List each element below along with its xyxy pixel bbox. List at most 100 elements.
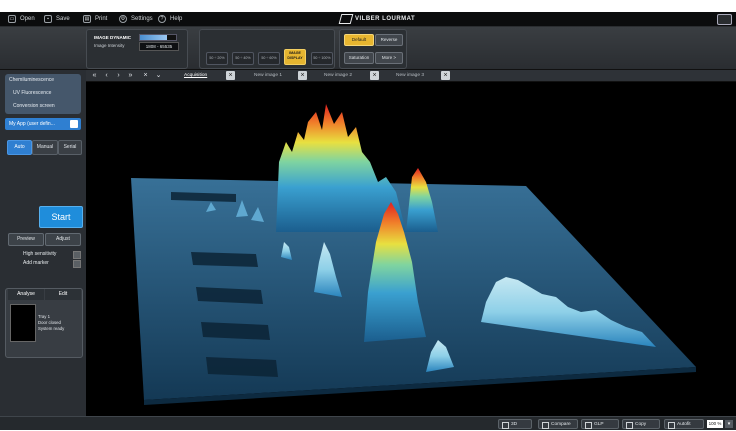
glp-icon (585, 422, 592, 429)
high-sensitivity-row[interactable]: High sensitivity (23, 250, 81, 259)
display-mode-panel: Default Reverse Saturation More > (339, 29, 407, 69)
start-button[interactable]: Start (39, 206, 83, 228)
reverse-button[interactable]: Reverse (375, 34, 403, 46)
cube-icon (502, 422, 509, 429)
menu-help[interactable]: ? Help (158, 13, 182, 25)
saturation-button[interactable]: Saturation (344, 52, 374, 64)
glp-button-label: GLP (594, 422, 604, 427)
copy-icon (626, 422, 633, 429)
brand-mark-icon (338, 14, 354, 24)
close-tab-icon[interactable]: × (298, 71, 307, 80)
display-toolbar: IMAGE DYNAMIC Image Intensity 1808 - 655… (0, 27, 736, 70)
last-image-icon[interactable]: » (126, 71, 135, 80)
window-control-button[interactable] (717, 14, 732, 25)
add-marker-label: Add marker (23, 260, 49, 266)
image-dynamic-title: IMAGE DYNAMIC (94, 35, 131, 40)
close-tab-icon[interactable]: × (370, 71, 379, 80)
next-image-icon[interactable]: › (114, 71, 123, 80)
tab-new-image-3[interactable]: New image 3 (396, 71, 424, 80)
range-button[interactable]: 50 ÷ 20% (206, 52, 228, 65)
image-tabs-bar: « ‹ › » × ⌄ Acquisition × New image 1 × … (86, 70, 736, 82)
mode-list: Chemiluminescence UV Fluorescence Conver… (5, 74, 81, 114)
range-button[interactable]: 50 ÷ 60% (258, 52, 280, 65)
my-app-button[interactable]: My App (user defin... (5, 118, 81, 130)
menu-print-label: Print (95, 16, 108, 22)
glp-button[interactable]: GLP (581, 419, 619, 429)
save-icon: ▪ (44, 15, 52, 23)
add-marker-row[interactable]: Add marker (23, 259, 81, 268)
help-icon: ? (158, 15, 166, 23)
menu-open[interactable]: ▭ Open (8, 13, 35, 25)
high-sensitivity-checkbox[interactable] (73, 251, 81, 259)
tab-serial[interactable]: Serial (58, 140, 82, 155)
image-viewer: « ‹ › » × ⌄ Acquisition × New image 1 × … (86, 70, 736, 429)
image-dynamic-slider[interactable] (139, 34, 177, 41)
bottom-toolbar: 3D Compare GLP Copy Autofit 100 % ▾ (0, 416, 736, 430)
3d-blot-visualization[interactable] (86, 82, 736, 429)
range-button[interactable]: 50 ÷ 40% (232, 52, 254, 65)
status-door: Door closed (38, 320, 61, 325)
previous-image-icon[interactable]: ‹ (102, 71, 111, 80)
status-tray: Tray 1 (38, 314, 51, 319)
settings-icon: ⚙ (119, 15, 127, 23)
tab-manual[interactable]: Manual (32, 140, 58, 155)
status-system: System ready (38, 326, 65, 331)
image-dynamic-fill (140, 35, 167, 40)
tab-acquisition[interactable]: Acquisition (184, 71, 207, 80)
tab-new-image-2[interactable]: New image 2 (324, 71, 352, 80)
image-display-button[interactable]: IMAGE DISPLAY (284, 49, 306, 65)
menu-settings-label: Settings (131, 16, 153, 22)
brand-logo: VILBER LOURMAT (338, 14, 416, 24)
tray-thumbnail (10, 304, 36, 342)
3d-button[interactable]: 3D (498, 419, 532, 429)
menu-print[interactable]: ▤ Print (83, 13, 107, 25)
compare-icon (542, 422, 549, 429)
first-image-icon[interactable]: « (90, 71, 99, 80)
add-marker-checkbox[interactable] (73, 260, 81, 268)
left-panel: Chemiluminescence UV Fluorescence Conver… (0, 70, 86, 429)
menu-save[interactable]: ▪ Save (44, 13, 70, 25)
menu-save-label: Save (56, 16, 70, 22)
image-dynamic-panel: IMAGE DYNAMIC Image Intensity 1808 - 655… (86, 29, 188, 69)
print-icon: ▤ (83, 15, 91, 23)
status-panel: Analyse Edit Tray 1 Door closed System r… (5, 288, 83, 358)
compare-button-label: Compare (551, 422, 571, 427)
menu-open-label: Open (20, 16, 35, 22)
copy-button-label: Copy (635, 422, 647, 427)
zoom-field[interactable]: 100 % (707, 420, 723, 428)
mode-chemiluminescence[interactable]: Chemiluminescence (5, 74, 81, 87)
autofit-icon (668, 422, 675, 429)
tab-auto[interactable]: Auto (7, 140, 32, 155)
mode-uv-fluorescence[interactable]: UV Fluorescence (5, 87, 81, 100)
app-window: ▭ Open ▪ Save ▤ Print ⚙ Settings ? Help … (0, 12, 736, 430)
tab-edit[interactable]: Edit (45, 289, 81, 300)
close-tab-icon[interactable]: × (226, 71, 235, 80)
close-tab-icon[interactable]: × (441, 71, 450, 80)
menu-settings[interactable]: ⚙ Settings (119, 13, 153, 25)
mode-conversion-screen[interactable]: Conversion screen (5, 100, 81, 113)
high-sensitivity-label: High sensitivity (23, 251, 57, 257)
autofit-button[interactable]: Autofit (664, 419, 704, 429)
3d-button-label: 3D (511, 422, 518, 427)
autofit-button-label: Autofit (677, 422, 691, 427)
tab-new-image-1[interactable]: New image 1 (254, 71, 282, 80)
copy-button[interactable]: Copy (622, 419, 660, 429)
edit-app-icon[interactable] (70, 120, 78, 128)
more-button[interactable]: More > (375, 52, 403, 64)
my-app-label: My App (user defin... (9, 121, 55, 127)
open-icon: ▭ (8, 15, 16, 23)
menu-bar: ▭ Open ▪ Save ▤ Print ⚙ Settings ? Help … (0, 12, 736, 27)
tab-analyse[interactable]: Analyse (8, 289, 44, 300)
tabs-dropdown-icon[interactable]: ⌄ (154, 71, 163, 80)
image-dynamic-subtitle: Image Intensity (94, 43, 125, 48)
default-button[interactable]: Default (344, 34, 374, 46)
zoom-dropdown-icon[interactable]: ▾ (725, 420, 733, 428)
menu-help-label: Help (170, 16, 183, 22)
image-dynamic-value[interactable]: 1808 - 65535 (139, 42, 179, 51)
preview-button[interactable]: Preview (8, 233, 44, 246)
brand-name: VILBER LOURMAT (355, 16, 416, 22)
close-all-icon[interactable]: × (141, 71, 150, 80)
adjust-button[interactable]: Adjust (45, 233, 81, 246)
compare-button[interactable]: Compare (538, 419, 578, 429)
range-button[interactable]: 50 ÷ 100% (311, 52, 333, 65)
